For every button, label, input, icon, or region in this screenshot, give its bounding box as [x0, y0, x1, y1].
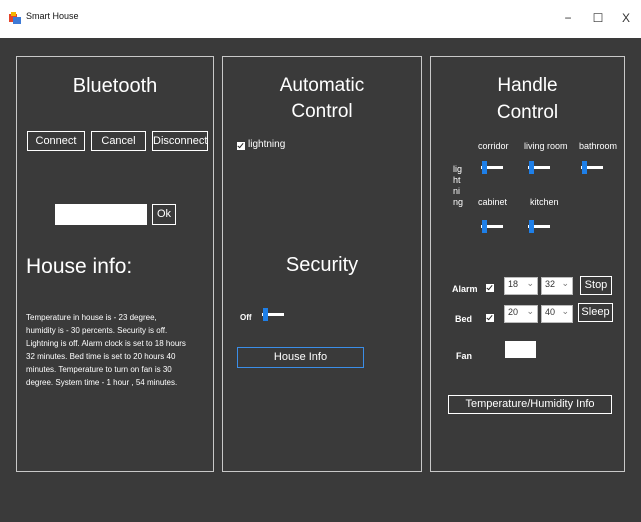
security-toggle-slider[interactable]: [262, 307, 286, 322]
lighting-label-part: ng: [453, 197, 464, 207]
bed-minutes-select[interactable]: 40 ⌄: [541, 305, 573, 323]
kitchen-light-slider[interactable]: [528, 219, 552, 234]
kitchen-slider-thumb[interactable]: [529, 220, 534, 233]
fan-temperature-input[interactable]: [505, 341, 536, 358]
fan-label: Fan: [456, 351, 473, 361]
bluetooth-title: Bluetooth: [72, 75, 158, 97]
lighting-label-part: ni: [453, 186, 461, 196]
corridor-light-slider[interactable]: [481, 160, 505, 175]
chevron-down-icon: ⌄: [561, 306, 569, 316]
alarm-hours-select[interactable]: 18 ⌄: [504, 277, 538, 295]
handle-title-line1: Handle: [497, 75, 558, 96]
chevron-down-icon: ⌄: [561, 278, 569, 288]
lighting-vertical-label: lig ht ni ng: [453, 164, 463, 208]
temperature-humidity-info-button[interactable]: Temperature/Humidity Info: [448, 395, 612, 414]
house-info-line: Temperature in house is - 23 degree,: [26, 313, 157, 322]
smart-house-app-icon: [9, 12, 21, 24]
device-input[interactable]: [55, 204, 147, 225]
house-info-line: minutes. Temperature to turn on fan is 3…: [26, 365, 172, 374]
cabinet-label: cabinet: [478, 197, 508, 207]
alarm-minutes-value: 32: [545, 279, 556, 289]
bed-minutes-value: 40: [545, 307, 556, 317]
house-info-line: Lightning is off. Alarm clock is set to …: [26, 339, 186, 348]
bathroom-light-slider[interactable]: [581, 160, 605, 175]
alarm-minutes-select[interactable]: 32 ⌄: [541, 277, 573, 295]
alarm-hours-value: 18: [508, 279, 519, 289]
bed-label: Bed: [455, 314, 473, 324]
house-info-heading: House info:: [26, 255, 133, 278]
corridor-slider-thumb[interactable]: [482, 161, 487, 174]
house-info-line: 32 minutes. Bed time is set to 20 hours …: [26, 352, 176, 361]
corridor-label: corridor: [478, 141, 509, 151]
minimize-button[interactable]: −: [556, 6, 580, 30]
cancel-button[interactable]: Cancel: [91, 131, 146, 151]
bathroom-slider-thumb[interactable]: [582, 161, 587, 174]
living-room-label: living room: [524, 141, 568, 151]
house-info-line: degree. System time - 1 hour , 54 minute…: [26, 378, 178, 387]
living-room-light-slider[interactable]: [528, 160, 552, 175]
alarm-checkbox[interactable]: [486, 284, 494, 292]
bed-hours-select[interactable]: 20 ⌄: [504, 305, 538, 323]
chevron-down-icon: ⌄: [526, 306, 534, 316]
alarm-label: Alarm: [452, 284, 478, 294]
lightning-checkbox[interactable]: [237, 142, 245, 150]
cabinet-light-slider[interactable]: [481, 219, 505, 234]
ok-button[interactable]: Ok: [152, 204, 176, 225]
kitchen-label: kitchen: [530, 197, 559, 207]
close-button[interactable]: X: [614, 6, 638, 30]
living-room-slider-thumb[interactable]: [529, 161, 534, 174]
stop-button[interactable]: Stop: [580, 276, 612, 295]
sleep-button[interactable]: Sleep: [578, 303, 613, 322]
lighting-label-part: ht: [453, 175, 461, 185]
lighting-label-part: lig: [453, 164, 463, 174]
window-title: Smart House: [26, 11, 79, 21]
maximize-button[interactable]: ☐: [586, 6, 610, 30]
security-slider-thumb[interactable]: [263, 308, 268, 321]
connect-button[interactable]: Connect: [27, 131, 85, 151]
house-info-text: Temperature in house is - 23 degree, hum…: [26, 311, 212, 389]
cabinet-slider-thumb[interactable]: [482, 220, 487, 233]
chevron-down-icon: ⌄: [526, 278, 534, 288]
handle-title-line2: Control: [496, 102, 559, 123]
bathroom-label: bathroom: [579, 141, 618, 151]
automatic-title-line2: Control: [291, 101, 353, 122]
title-bar: [0, 0, 641, 38]
house-info-button[interactable]: House Info: [237, 347, 364, 368]
lightning-label: lightning: [248, 139, 286, 150]
bed-checkbox[interactable]: [486, 314, 494, 322]
automatic-title-line1: Automatic: [279, 75, 365, 96]
disconnect-button[interactable]: Disconnect: [152, 131, 208, 151]
bed-hours-value: 20: [508, 307, 519, 317]
security-title: Security: [285, 254, 359, 276]
house-info-line: humidity is - 30 percents. Security is o…: [26, 326, 168, 335]
security-state-label: Off: [240, 313, 252, 322]
